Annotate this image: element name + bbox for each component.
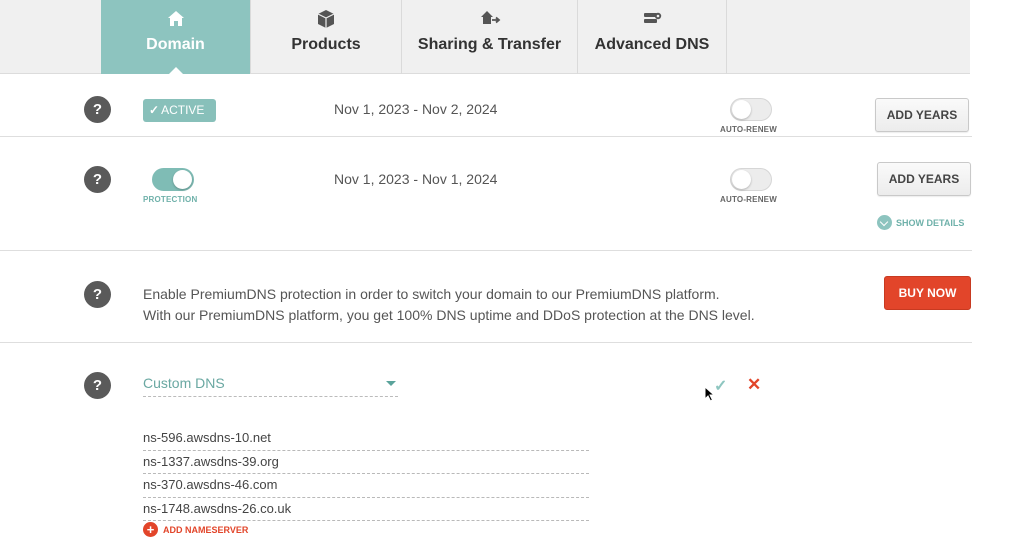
chevron-down-icon: [877, 215, 892, 230]
protection-dates: Nov 1, 2023 - Nov 1, 2024: [334, 171, 498, 187]
add-years-button[interactable]: ADD YEARS: [877, 162, 971, 196]
checkmark-icon: ✓: [149, 103, 160, 117]
premium-dns-line-2: With our PremiumDNS platform, you get 10…: [143, 307, 755, 323]
dns-server-icon: [644, 12, 662, 23]
home-icon: [167, 11, 184, 26]
toggle-knob: [173, 170, 192, 189]
tab-advanced-dns-label: Advanced DNS: [594, 36, 710, 53]
auto-renew-toggle[interactable]: [730, 98, 772, 121]
nameserver-list: ns-596.awsdns-10.net ns-1337.awsdns-39.o…: [143, 427, 589, 521]
box-icon: [317, 10, 335, 28]
nameserver-input[interactable]: ns-1748.awsdns-26.co.uk: [143, 498, 589, 521]
auto-renew-label: AUTO-RENEW: [720, 125, 777, 134]
tab-products-label: Products: [291, 36, 361, 53]
transfer-icon: [480, 11, 500, 24]
toggle-knob: [732, 100, 751, 119]
nameserver-input[interactable]: ns-370.awsdns-46.com: [143, 474, 589, 498]
status-badge-label: ACTIVE: [161, 103, 205, 117]
status-badge: ✓ ACTIVE: [143, 99, 216, 122]
nameserver-input[interactable]: ns-1337.awsdns-39.org: [143, 451, 589, 474]
protection-toggle[interactable]: [152, 168, 194, 191]
expiration-dates: Nov 1, 2023 - Nov 2, 2024: [334, 101, 498, 117]
add-nameserver-label: ADD NAMESERVER: [163, 524, 249, 535]
tab-divider: [726, 0, 727, 74]
add-years-button[interactable]: ADD YEARS: [875, 98, 969, 132]
protection-label: PROTECTION: [143, 195, 198, 204]
cancel-x-icon[interactable]: ✕: [747, 375, 761, 395]
caret-down-icon: [386, 381, 396, 386]
help-icon[interactable]: ?: [84, 372, 111, 399]
help-icon[interactable]: ?: [84, 281, 111, 308]
nameserver-type-select[interactable]: Custom DNS: [143, 375, 398, 397]
show-details-link[interactable]: SHOW DETAILS: [877, 215, 965, 231]
toggle-knob: [732, 170, 751, 189]
nameserver-input[interactable]: ns-596.awsdns-10.net: [143, 427, 589, 451]
tab-sharing-transfer-label: Sharing & Transfer: [417, 36, 562, 53]
auto-renew-label: AUTO-RENEW: [720, 195, 777, 204]
premium-dns-line-1: Enable PremiumDNS protection in order to…: [143, 286, 720, 302]
tab-products[interactable]: Products: [250, 0, 401, 74]
help-icon[interactable]: ?: [84, 96, 111, 123]
auto-renew-toggle[interactable]: [730, 168, 772, 191]
mouse-cursor-icon: [704, 386, 716, 402]
premium-dns-description: Enable PremiumDNS protection in order to…: [143, 284, 755, 326]
tab-advanced-dns[interactable]: Advanced DNS: [577, 0, 726, 74]
add-nameserver-link[interactable]: + ADD NAMESERVER: [143, 522, 249, 538]
show-details-label: SHOW DETAILS: [896, 217, 965, 228]
buy-now-button[interactable]: BUY NOW: [884, 276, 971, 310]
nameserver-type-value: Custom DNS: [143, 375, 225, 391]
tab-domain-label: Domain: [146, 36, 205, 53]
help-icon[interactable]: ?: [84, 166, 111, 193]
tab-bar: Domain Products Sharing & Transfer Advan…: [0, 0, 970, 75]
confirm-check-icon[interactable]: ✓: [714, 376, 727, 396]
protection-row: [0, 137, 972, 251]
plus-icon: +: [143, 522, 158, 537]
tab-domain[interactable]: Domain: [101, 0, 250, 75]
tab-sharing-transfer[interactable]: Sharing & Transfer: [401, 0, 577, 74]
